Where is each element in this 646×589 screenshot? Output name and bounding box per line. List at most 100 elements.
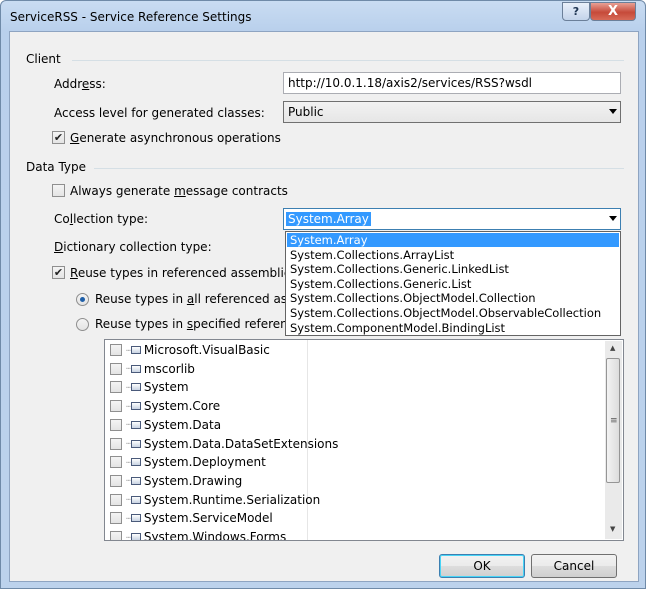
assembly-checkbox[interactable] — [110, 531, 122, 540]
dropdown-option[interactable]: System.Collections.ObjectModel.Collectio… — [287, 291, 619, 305]
scroll-down-icon[interactable]: ▼ — [610, 525, 615, 533]
tree-connector-icon: ┄ — [126, 364, 131, 374]
dropdown-option[interactable]: System.Collections.ArrayList — [287, 248, 619, 262]
reuse-label-accesskey: R — [70, 266, 78, 280]
tree-connector-icon: ┄ — [126, 439, 131, 448]
tree-connector-icon: ┄ — [126, 401, 131, 411]
client-group-header: Client — [26, 52, 61, 66]
list-item[interactable]: ┄ System.Data — [110, 416, 221, 434]
cancel-button[interactable]: Cancel — [531, 554, 617, 578]
close-icon: X — [607, 4, 619, 19]
list-item[interactable]: ┄ System.Data.DataSetExtensions — [110, 435, 338, 453]
assembly-name: System.Windows.Forms — [143, 530, 287, 541]
assembly-name: System.Drawing — [143, 473, 243, 488]
assembly-name: System.ServiceModel — [143, 511, 273, 526]
help-icon: ? — [572, 5, 580, 18]
list-scrollbar[interactable]: ▲ ≡ ▼ — [605, 341, 622, 539]
async-checkbox[interactable]: ✔ — [52, 131, 65, 144]
assembly-name: System — [143, 380, 189, 395]
client-group-line — [72, 60, 624, 61]
dropdown-option[interactable]: System.Collections.Generic.List — [287, 277, 619, 291]
assembly-name: System.Runtime.Serialization — [143, 492, 321, 507]
dropdown-option[interactable]: System.ComponentModel.BindingList — [287, 321, 619, 335]
scroll-up-icon[interactable]: ▲ — [610, 344, 615, 352]
list-item[interactable]: ┄ System.Drawing — [110, 472, 242, 490]
address-value: http://10.0.1.18/axis2/services/RSS?wsdl — [288, 76, 533, 90]
assembly-icon — [130, 495, 141, 504]
assembly-icon — [130, 420, 141, 429]
access-level-value: Public — [288, 105, 324, 119]
dialog-window: ServiceRSS - Service Reference Settings … — [0, 0, 646, 589]
window-title: ServiceRSS - Service Reference Settings — [10, 10, 252, 24]
assembly-icon — [130, 533, 141, 540]
tree-connector-icon: ┄ — [126, 513, 131, 523]
chevron-down-icon — [609, 109, 617, 114]
list-item[interactable]: ┄ Microsoft.VisualBasic — [110, 341, 270, 359]
dictionary-type-label: Dictionary collection type: — [54, 240, 212, 254]
assembly-icon — [130, 476, 141, 485]
assembly-name: System.Data — [143, 417, 222, 432]
assembly-name: mscorlib — [143, 361, 195, 376]
collection-type-dropdown: System.Array System.Collections.ArrayList… — [285, 231, 621, 336]
assembly-checkbox[interactable] — [110, 418, 122, 431]
collection-type-value: System.Array — [286, 212, 371, 226]
list-item[interactable]: ┄ System.ServiceModel — [110, 509, 273, 527]
always-label-part: essage contracts — [185, 184, 288, 198]
always-generate-label: Always generate message contracts — [70, 184, 288, 198]
access-level-select[interactable]: Public — [283, 101, 621, 123]
always-label-part: Always generate — [70, 184, 175, 198]
dropdown-option[interactable]: System.Array — [287, 233, 619, 247]
assembly-checkbox[interactable] — [110, 512, 122, 525]
assembly-checkbox[interactable] — [110, 437, 122, 450]
scrollbar-thumb[interactable]: ≡ — [606, 358, 620, 483]
list-item[interactable]: ┄ System — [110, 378, 189, 396]
reuse-specified-label-part: Reuse types in — [95, 317, 187, 331]
checkmark-icon: ✔ — [53, 266, 64, 279]
reuse-all-radio[interactable] — [76, 293, 89, 306]
always-generate-checkbox[interactable] — [52, 184, 65, 197]
assembly-checkbox[interactable] — [110, 381, 122, 394]
assembly-name: System.Data.DataSetExtensions — [143, 436, 339, 451]
tree-connector-icon: ┄ — [126, 476, 131, 486]
dropdown-option[interactable]: System.Collections.Generic.LinkedList — [287, 262, 619, 276]
grip-icon: ≡ — [610, 416, 618, 426]
help-button[interactable]: ? — [562, 2, 590, 21]
data-type-group-line — [94, 168, 624, 169]
assembly-icon — [130, 439, 141, 448]
list-item[interactable]: ┄ mscorlib — [110, 360, 195, 378]
close-button[interactable]: X — [590, 2, 636, 21]
assembly-checkbox[interactable] — [110, 400, 122, 413]
assembly-name: System.Deployment — [143, 455, 266, 470]
always-label-accesskey: m — [174, 184, 186, 198]
dictionary-label-part: ictionary collection type: — [63, 240, 212, 254]
tree-connector-icon: ┄ — [126, 457, 131, 467]
ok-button[interactable]: OK — [439, 554, 525, 578]
dropdown-option[interactable]: System.Collections.ObjectModel.Observabl… — [287, 306, 619, 320]
assembly-icon — [130, 364, 141, 373]
address-label-part: ss: — [89, 77, 106, 91]
collection-type-select[interactable]: System.Array — [283, 208, 621, 230]
assembly-checkbox[interactable] — [110, 456, 122, 469]
assembly-name: System.Core — [143, 399, 221, 414]
chevron-down-icon — [609, 216, 617, 221]
dialog-client-area: Client Address: http://10.0.1.18/axis2/s… — [9, 31, 639, 582]
collection-label-part: Co — [54, 212, 70, 226]
reuse-all-label-part: Reuse types in — [95, 292, 187, 306]
address-input[interactable]: http://10.0.1.18/axis2/services/RSS?wsdl — [283, 72, 621, 94]
assembly-checkbox[interactable] — [110, 493, 122, 506]
assemblies-list[interactable]: ┄ Microsoft.VisualBasic ┄ mscorlib ┄ System ┄ S… — [104, 339, 624, 541]
list-item[interactable]: ┄ System.Runtime.Serialization — [110, 491, 320, 509]
reuse-specified-radio[interactable] — [76, 318, 89, 331]
checkmark-icon: ✔ — [53, 131, 64, 144]
assembly-checkbox[interactable] — [110, 474, 122, 487]
assembly-name: Microsoft.VisualBasic — [143, 343, 270, 357]
list-item[interactable]: ┄ System.Deployment — [110, 453, 266, 471]
title-bar[interactable]: ServiceRSS - Service Reference Settings … — [1, 1, 645, 31]
reuse-types-checkbox[interactable]: ✔ — [52, 266, 65, 279]
list-item[interactable]: ┄ System.Windows.Forms — [110, 528, 287, 541]
list-item[interactable]: ┄ System.Core — [110, 397, 220, 415]
collection-label-part: lection type: — [73, 212, 149, 226]
assembly-checkbox[interactable] — [110, 344, 122, 356]
address-label-part: Addr — [54, 77, 82, 91]
assembly-checkbox[interactable] — [110, 362, 122, 375]
